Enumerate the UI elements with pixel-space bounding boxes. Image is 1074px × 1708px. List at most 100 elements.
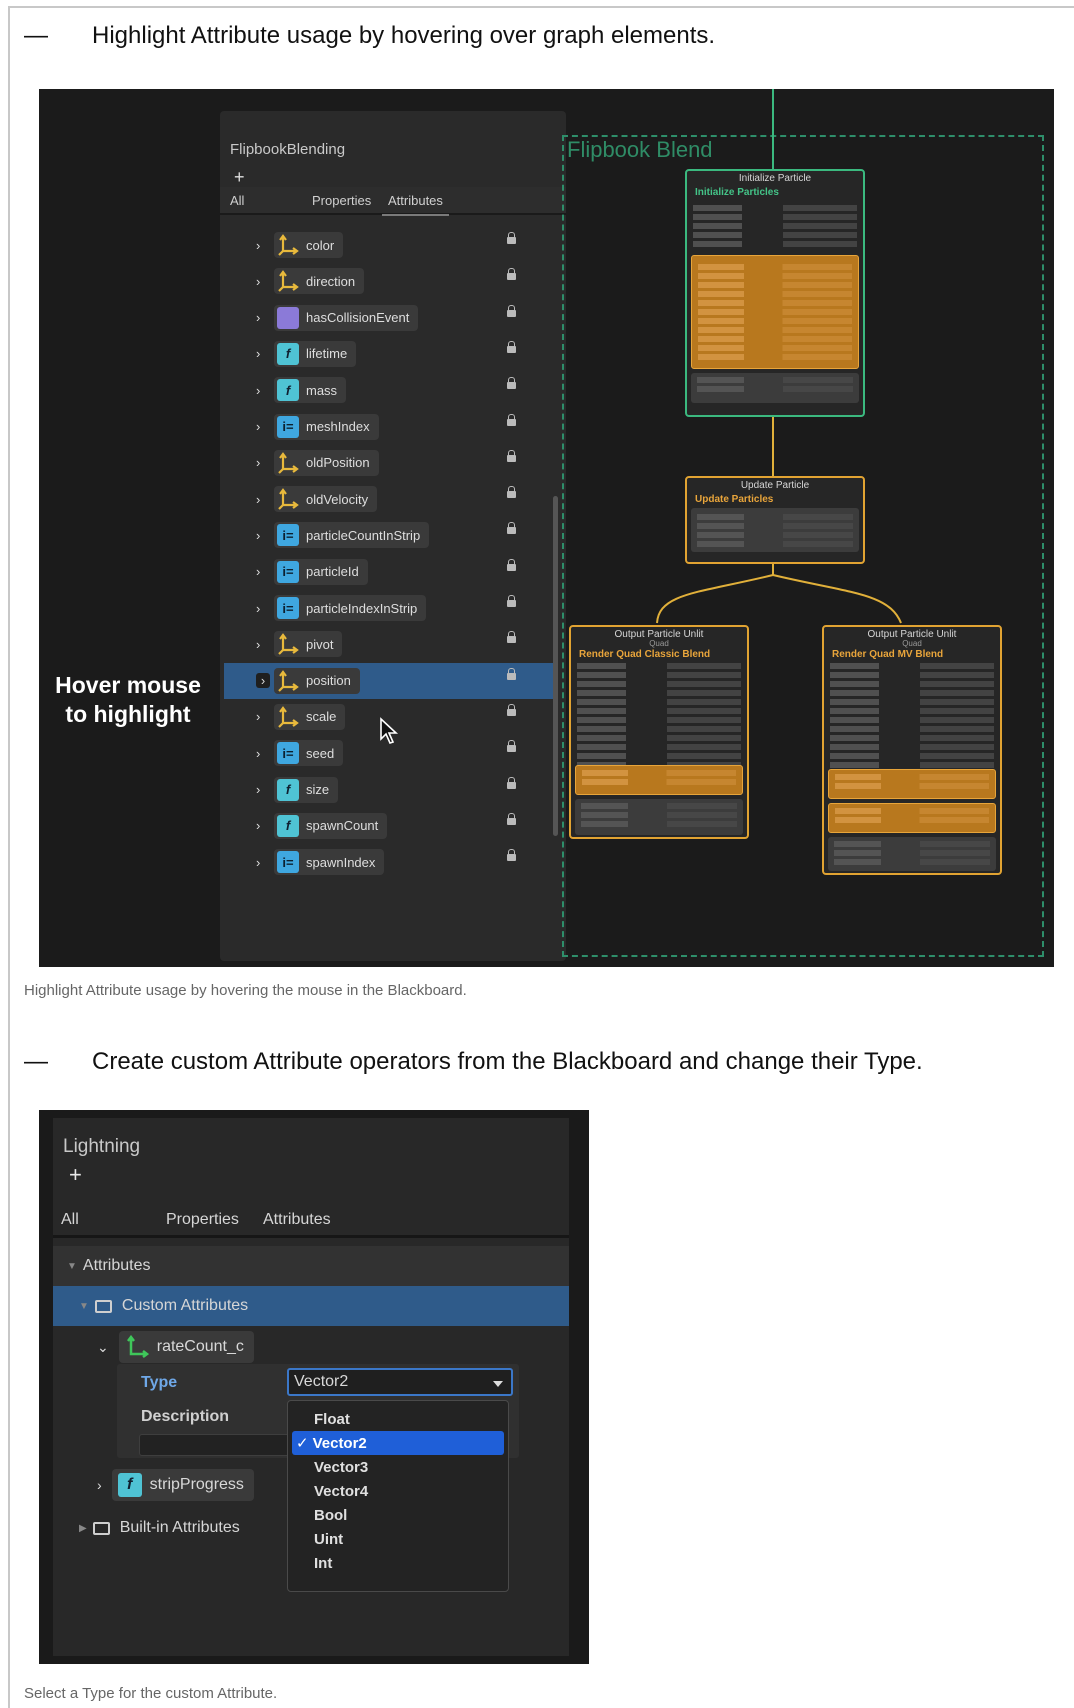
orient-block[interactable] — [575, 765, 743, 795]
attribute-pill[interactable]: oldPosition — [274, 449, 379, 476]
attribute-pill[interactable]: i= seed — [274, 740, 344, 767]
attribute-row[interactable]: › f lifetime — [224, 336, 544, 372]
custom-attributes-section[interactable]: ▼ Custom Attributes — [53, 1286, 569, 1326]
attribute-row[interactable]: › i= spawnIndex — [224, 844, 544, 880]
attributes-section[interactable]: ▼ Attributes — [53, 1246, 569, 1286]
menu-item-vector4[interactable]: Vector4 — [292, 1479, 504, 1503]
chevron-right-icon[interactable]: › — [256, 782, 270, 797]
attribute-pill[interactable]: position — [274, 667, 360, 694]
hover-annotation: Hover mouse to highlight — [39, 671, 217, 729]
chevron-right-icon[interactable]: › — [256, 564, 270, 579]
attribute-row[interactable]: › i= particleIndexInStrip — [224, 590, 544, 626]
menu-item-float[interactable]: Float — [292, 1407, 504, 1431]
expand-triangle-icon[interactable]: ▶ — [79, 1523, 87, 1534]
attribute-pill[interactable]: scale — [274, 703, 346, 730]
attribute-row[interactable]: › oldVelocity — [224, 481, 544, 517]
chevron-right-icon[interactable]: › — [256, 383, 270, 398]
attribute-pill[interactable]: direction — [274, 268, 365, 295]
tab-properties[interactable]: Properties — [166, 1211, 239, 1229]
int-type-icon: i= — [277, 415, 299, 438]
attribute-row[interactable]: › f mass — [224, 372, 544, 408]
menu-item-vector3[interactable]: Vector3 — [292, 1455, 504, 1479]
attribute-row[interactable]: › color — [224, 227, 544, 263]
hover-annotation-line2: to highlight — [65, 701, 191, 727]
chevron-right-icon[interactable]: › — [256, 746, 270, 761]
attribute-pill[interactable]: rateCount_c — [118, 1331, 254, 1363]
set-size-block[interactable] — [691, 373, 859, 403]
chevron-right-icon[interactable]: › — [256, 310, 270, 325]
attribute-row[interactable]: › direction — [224, 263, 544, 299]
attribute-pill[interactable]: f stripProgress — [111, 1469, 254, 1501]
attribute-row[interactable]: › oldPosition — [224, 445, 544, 481]
attribute-pill[interactable]: i= meshIndex — [274, 413, 379, 440]
attribute-pill[interactable]: f mass — [274, 377, 347, 404]
attribute-pill[interactable]: f lifetime — [274, 340, 357, 367]
add-position-block[interactable] — [828, 769, 996, 799]
chevron-right-icon[interactable]: › — [256, 855, 270, 870]
chevron-right-icon[interactable]: › — [256, 528, 270, 543]
chevron-right-icon[interactable]: › — [256, 673, 270, 689]
chevron-right-icon[interactable]: › — [256, 274, 270, 289]
context-name: Render Quad MV Blend — [832, 649, 944, 660]
chevron-right-icon[interactable]: › — [97, 1477, 102, 1493]
attribute-row[interactable]: › i= particleId — [224, 554, 544, 590]
tab-attributes[interactable]: Attributes — [382, 193, 449, 216]
type-dropdown[interactable]: Vector2 — [287, 1368, 513, 1396]
chevron-right-icon[interactable]: › — [256, 346, 270, 361]
attribute-row[interactable]: › f size — [224, 772, 544, 808]
attribute-row[interactable]: › f spawnCount — [224, 808, 544, 844]
context-subtitle: Quad — [649, 639, 669, 648]
attribute-pill[interactable]: i= particleIndexInStrip — [274, 595, 427, 621]
attribute-pill[interactable]: f size — [274, 776, 339, 803]
attribute-pill[interactable]: f spawnCount — [274, 812, 388, 839]
menu-item-bool[interactable]: Bool — [292, 1503, 504, 1527]
add-button[interactable]: + — [234, 167, 245, 188]
set-color-block[interactable] — [575, 799, 743, 835]
attribute-pill[interactable]: oldVelocity — [274, 486, 378, 513]
custom-attribute-item[interactable]: › f stripProgress — [97, 1468, 254, 1502]
tab-all[interactable]: All — [230, 193, 244, 208]
chevron-right-icon[interactable]: › — [256, 637, 270, 652]
chevron-right-icon[interactable]: › — [256, 238, 270, 253]
menu-item-vector2[interactable]: ✓ Vector2 — [292, 1431, 504, 1455]
flipbook-player-block[interactable] — [691, 508, 859, 552]
custom-attribute-item[interactable]: ⌄ rateCount_c — [97, 1330, 254, 1364]
attribute-pill[interactable]: pivot — [274, 631, 343, 658]
attribute-row[interactable]: › position — [224, 662, 554, 699]
orient-block[interactable] — [828, 803, 996, 833]
attribute-name: hasCollisionEvent — [306, 310, 410, 326]
initialize-particle-context[interactable]: Initialize Particle Initialize Particles — [685, 169, 865, 417]
menu-item-uint[interactable]: Uint — [292, 1527, 504, 1551]
collapse-triangle-icon[interactable]: ▼ — [79, 1301, 89, 1312]
attribute-row[interactable]: › pivot — [224, 626, 544, 662]
attribute-row[interactable]: › i= particleCountInStrip — [224, 517, 544, 553]
chevron-down-icon[interactable]: ⌄ — [97, 1339, 109, 1356]
attribute-pill[interactable]: i= spawnIndex — [274, 849, 385, 876]
tab-all[interactable]: All — [61, 1211, 79, 1229]
tab-attributes[interactable]: Attributes — [263, 1211, 331, 1229]
chevron-right-icon[interactable]: › — [256, 419, 270, 434]
chevron-right-icon[interactable]: › — [256, 818, 270, 833]
attribute-row[interactable]: › i= meshIndex — [224, 409, 544, 445]
collapse-triangle-icon[interactable]: ▼ — [67, 1261, 77, 1272]
tab-properties[interactable]: Properties — [312, 193, 371, 208]
attribute-pill[interactable]: i= particleId — [274, 558, 368, 585]
menu-item-int[interactable]: Int — [292, 1551, 504, 1575]
chevron-right-icon[interactable]: › — [256, 601, 270, 616]
chevron-right-icon[interactable]: › — [256, 492, 270, 507]
output-particle-context-1[interactable]: Output Particle Unlit Quad Render Quad C… — [569, 625, 749, 839]
set-color-block[interactable] — [828, 837, 996, 871]
scrollbar-thumb[interactable] — [553, 496, 558, 836]
attribute-pill[interactable]: i= particleCountInStrip — [274, 522, 430, 549]
output-particle-context-2[interactable]: Output Particle Unlit Quad Render Quad M… — [822, 625, 1002, 875]
attribute-name: meshIndex — [306, 419, 370, 434]
chevron-right-icon[interactable]: › — [256, 455, 270, 470]
attribute-pill[interactable]: hasCollisionEvent — [274, 304, 419, 331]
attribute-row[interactable]: › hasCollisionEvent — [224, 300, 544, 336]
add-button[interactable]: + — [69, 1162, 82, 1188]
set-position-block[interactable] — [691, 255, 859, 369]
chevron-right-icon[interactable]: › — [256, 709, 270, 724]
bullet-dash: — — [24, 22, 48, 49]
update-particle-context[interactable]: Update Particle Update Particles — [685, 476, 865, 564]
attribute-pill[interactable]: color — [274, 232, 344, 258]
